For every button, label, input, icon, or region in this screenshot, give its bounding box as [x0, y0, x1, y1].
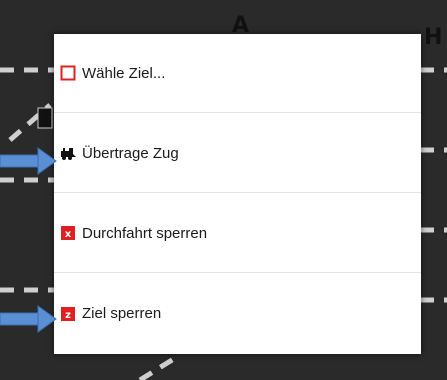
- menu-item-block-target[interactable]: z Ziel sperren: [54, 274, 421, 353]
- menu-item-label: Übertrage Zug: [82, 144, 179, 162]
- annotation-arrow-block-target: [0, 305, 57, 333]
- context-menu: Wähle Ziel... Übertrage Zug x Durchfahrt…: [54, 34, 421, 354]
- red-x-block-icon: x: [60, 225, 76, 241]
- menu-item-block-passage[interactable]: x Durchfahrt sperren: [54, 194, 421, 273]
- square-outline-icon: [60, 65, 76, 81]
- signal-block: [37, 107, 53, 129]
- svg-text:z: z: [65, 310, 71, 321]
- menu-item-label: Wähle Ziel...: [82, 64, 166, 82]
- train-icon: [60, 145, 76, 161]
- letter-h: H: [424, 25, 442, 50]
- menu-item-label: Durchfahrt sperren: [82, 224, 208, 242]
- svg-text:x: x: [65, 229, 72, 240]
- red-z-block-icon: z: [60, 306, 76, 322]
- menu-item-label: Ziel sperren: [82, 305, 162, 322]
- menu-item-choose-target[interactable]: Wähle Ziel...: [54, 34, 421, 113]
- annotation-arrow-transfer-train: [0, 147, 57, 175]
- menu-item-transfer-train[interactable]: Übertrage Zug: [54, 114, 421, 193]
